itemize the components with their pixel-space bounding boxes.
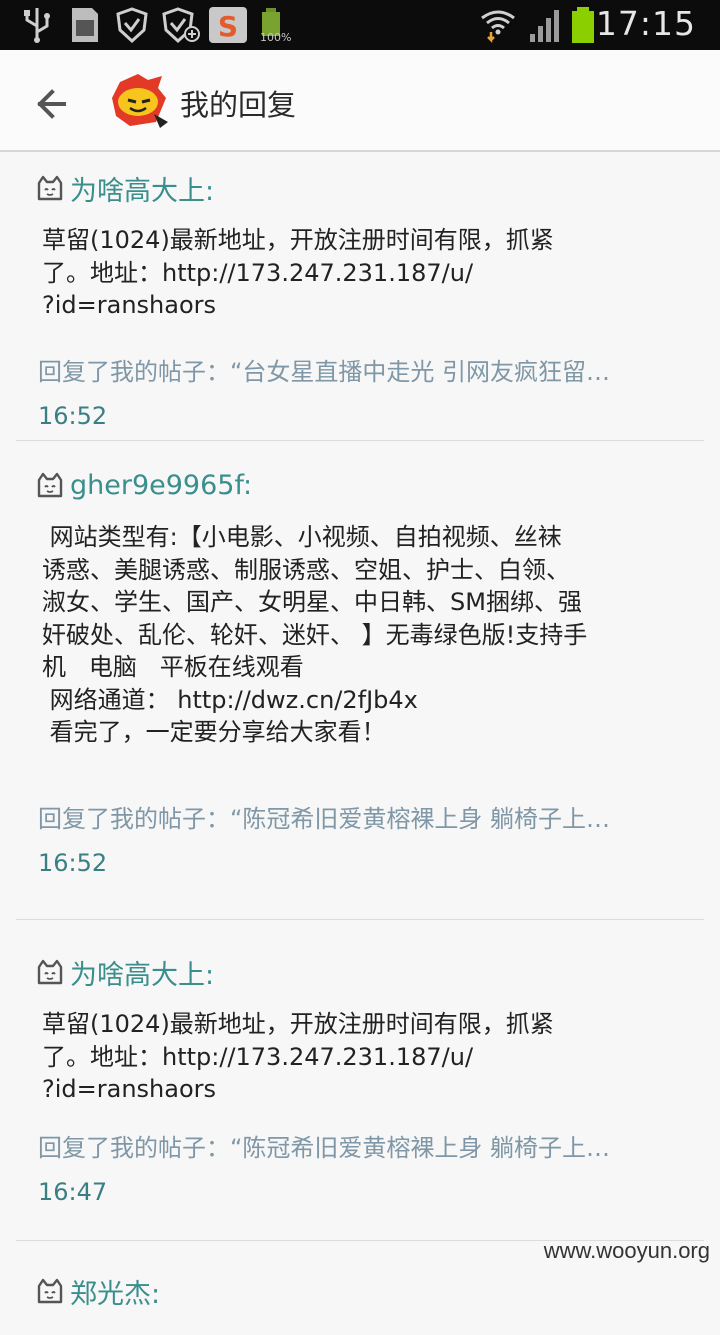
cat-avatar-icon bbox=[37, 959, 63, 985]
action-bar: 我的回复 bbox=[0, 50, 720, 152]
shield-plus-icon bbox=[162, 7, 200, 44]
clock: 17:15 bbox=[595, 4, 696, 43]
battery-percent-label: 100% bbox=[260, 31, 292, 44]
reply-content: 网站类型有:【小电影、小视频、自拍视频、丝袜 诱惑、美腿诱惑、制服诱惑、空姐、护… bbox=[42, 523, 588, 746]
reply-content: 草留(1024)最新地址，开放注册时间有限，抓紧 了。地址：http://173… bbox=[42, 226, 554, 319]
shield-icon bbox=[116, 7, 148, 44]
reply-author[interactable]: gher9e9965f: bbox=[70, 470, 252, 501]
replied-to-post[interactable]: 回复了我的帖子：“台女星直播中走光 引网友疯狂留… bbox=[16, 352, 688, 392]
cat-avatar-icon bbox=[37, 472, 63, 498]
ninja-mascot-logo bbox=[112, 74, 168, 128]
reply-header: 郑光杰: bbox=[16, 1255, 704, 1327]
battery-icon bbox=[572, 7, 594, 43]
reply-time: 16:52 bbox=[38, 401, 108, 430]
reply-content: 草留(1024)最新地址，开放注册时间有限，抓紧 了。地址：http://173… bbox=[42, 1010, 554, 1103]
reply-header: 为啥高大上: bbox=[16, 152, 704, 224]
reply-list[interactable]: 为啥高大上: 草留(1024)最新地址，开放注册时间有限，抓紧 了。地址：htt… bbox=[0, 152, 720, 1335]
reply-header: 为啥高大上: bbox=[16, 936, 704, 1008]
reply-header: gher9e9965f: bbox=[16, 449, 704, 521]
reply-time: 16:47 bbox=[38, 1177, 108, 1206]
wifi-icon bbox=[481, 10, 515, 44]
reply-author[interactable]: 为啥高大上: bbox=[70, 169, 214, 208]
svg-text:S: S bbox=[218, 10, 238, 43]
reply-item[interactable]: 为啥高大上: 草留(1024)最新地址，开放注册时间有限，抓紧 了。地址：htt… bbox=[16, 152, 704, 441]
reply-item[interactable]: 郑光杰: bbox=[16, 1255, 704, 1335]
reply-time: 16:52 bbox=[38, 849, 108, 877]
status-bar: S 100% 17:15 bbox=[0, 0, 720, 50]
page-title: 我的回复 bbox=[180, 88, 297, 122]
watermark: www.wooyun.org bbox=[543, 1238, 710, 1263]
usb-icon bbox=[24, 8, 50, 43]
signal-icon bbox=[530, 10, 559, 42]
replied-to-post[interactable]: 回复了我的帖子：“陈冠希旧爱黄榕裸上身 躺椅子上… bbox=[16, 1128, 688, 1168]
reply-item[interactable]: gher9e9965f: 网站类型有:【小电影、小视频、自拍视频、丝袜 诱惑、美… bbox=[16, 449, 704, 920]
cat-avatar-icon bbox=[37, 1278, 63, 1304]
replied-to-post[interactable]: 回复了我的帖子：“陈冠希旧爱黄榕裸上身 躺椅子上… bbox=[16, 799, 688, 839]
sogou-input-icon: S bbox=[209, 7, 247, 43]
reply-item[interactable]: 为啥高大上: 草留(1024)最新地址，开放注册时间有限，抓紧 了。地址：htt… bbox=[16, 936, 704, 1241]
cat-avatar-icon bbox=[37, 175, 63, 201]
arrow-left-icon[interactable] bbox=[30, 80, 80, 130]
reply-author[interactable]: 郑光杰: bbox=[70, 1272, 160, 1311]
reply-author[interactable]: 为啥高大上: bbox=[70, 953, 214, 992]
sd-card-icon bbox=[72, 8, 98, 42]
